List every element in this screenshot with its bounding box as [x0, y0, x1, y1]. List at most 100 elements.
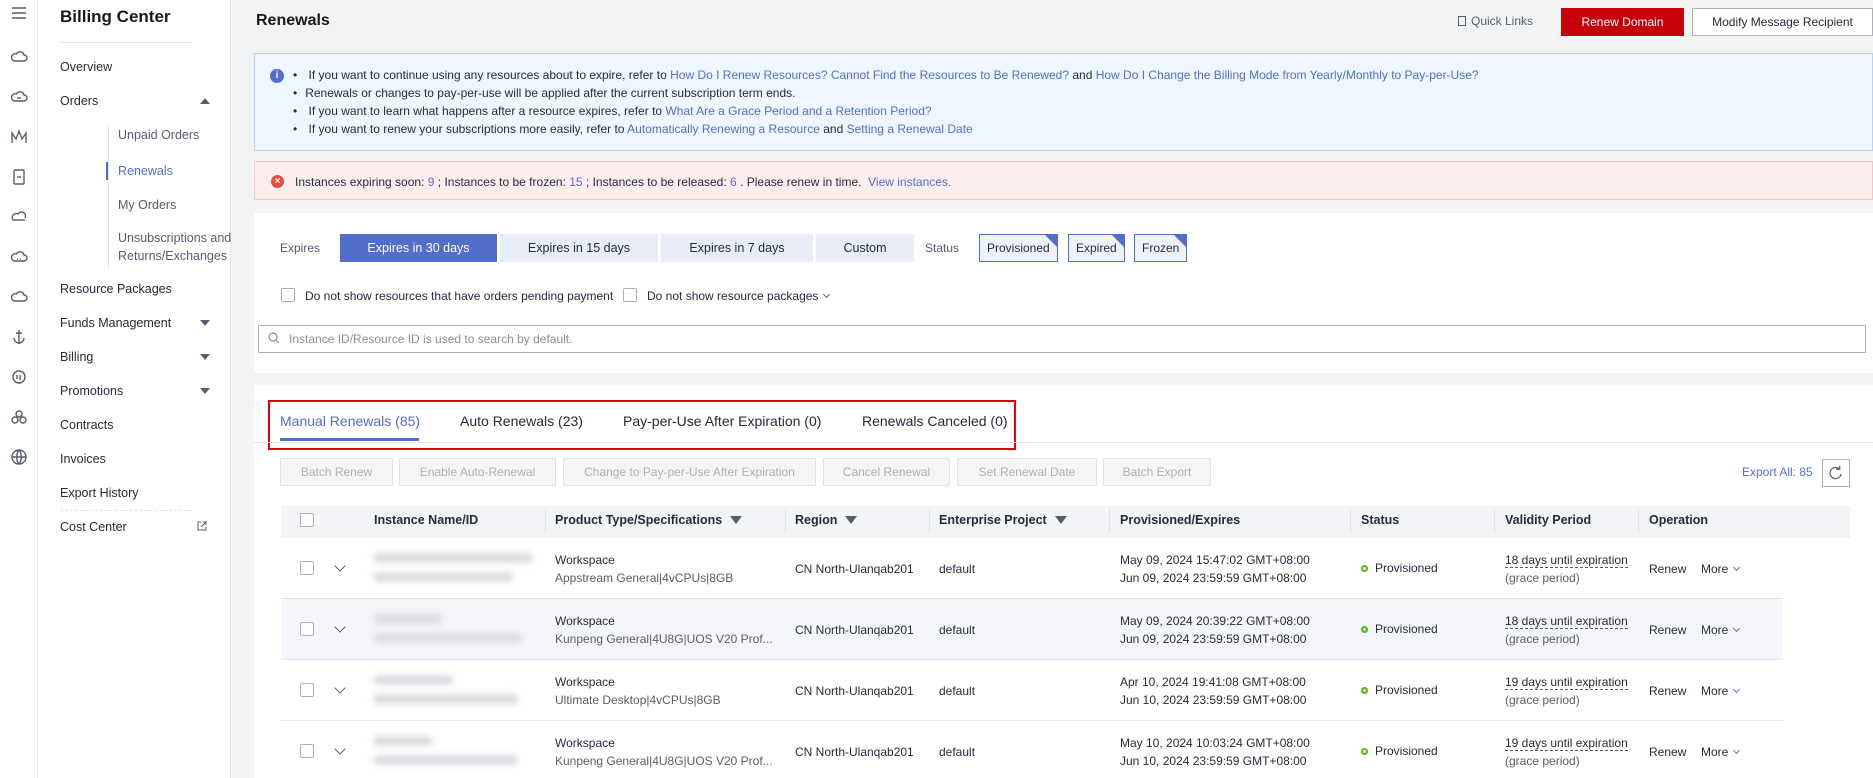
modify-message-recipient-button[interactable]: Modify Message Recipient	[1692, 8, 1873, 36]
chevron-down-icon	[1733, 563, 1741, 572]
sidebar-item-contracts[interactable]: Contracts	[60, 418, 220, 432]
sidebar-item-cost-center[interactable]: Cost Center	[60, 520, 220, 534]
filter-icon[interactable]	[730, 516, 743, 524]
alert-text: Instances expiring soon: 9 ; Instances t…	[295, 175, 951, 189]
renew-link[interactable]: Renew	[1649, 623, 1686, 637]
refresh-button[interactable]	[1822, 459, 1850, 487]
hide-packages-checkbox[interactable]	[623, 288, 637, 302]
status-tag-frozen[interactable]: Frozen	[1134, 234, 1188, 262]
sidebar-item-export-history[interactable]: Export History	[60, 486, 220, 500]
sidebar-item-funds-management[interactable]: Funds Management	[60, 316, 220, 330]
error-icon: ×	[271, 175, 284, 188]
anchor-icon[interactable]	[6, 324, 32, 350]
region: CN North-Ulanqab201	[795, 623, 914, 637]
renew-domain-button[interactable]: Renew Domain	[1561, 8, 1684, 36]
renewal-date-link[interactable]: Setting a Renewal Date	[847, 122, 973, 136]
expires-7-days-option[interactable]: Expires in 7 days	[661, 234, 813, 262]
enterprise-project: default	[939, 562, 976, 576]
globe-icon[interactable]	[6, 444, 32, 470]
row-checkbox[interactable]	[300, 683, 314, 697]
instance-id-redacted	[373, 572, 513, 582]
more-dropdown[interactable]: More	[1701, 623, 1741, 637]
expires-custom-option[interactable]: Custom	[816, 234, 914, 262]
sidebar-item-overview[interactable]: Overview	[60, 60, 220, 74]
network-icon[interactable]	[6, 124, 32, 150]
sidebar-item-label: Promotions	[60, 384, 124, 398]
search-input[interactable]	[258, 325, 1866, 353]
sidebar-item-resource-packages[interactable]: Resource Packages	[60, 282, 220, 296]
validity-text: 19 days until expiration	[1505, 736, 1628, 751]
menu-icon[interactable]	[6, 0, 32, 26]
storage-cloud-icon[interactable]	[6, 204, 32, 230]
change-to-pay-per-use-button[interactable]: Change to Pay-per-Use After Expiration	[563, 458, 816, 486]
sidebar-item-promotions[interactable]: Promotions	[60, 384, 220, 398]
document-icon[interactable]	[6, 164, 32, 190]
more-dropdown[interactable]: More	[1701, 745, 1741, 759]
status-label: Status	[925, 241, 960, 255]
cancel-renewal-button[interactable]: Cancel Renewal	[823, 458, 950, 486]
cluster-icon[interactable]	[6, 404, 32, 430]
tab-manual-renewals[interactable]: Manual Renewals (85)	[280, 413, 420, 429]
more-dropdown[interactable]: More	[1701, 562, 1741, 576]
sidebar-title: Billing Center	[60, 7, 171, 26]
row-checkbox[interactable]	[300, 561, 314, 575]
cloud-icon[interactable]	[6, 44, 32, 70]
tab-renewals-canceled[interactable]: Renewals Canceled (0)	[862, 413, 1008, 429]
renew-link[interactable]: Renew	[1649, 684, 1686, 698]
divider	[60, 42, 192, 43]
quick-links-link[interactable]: Quick Links	[1458, 14, 1533, 28]
renew-resources-link[interactable]: How Do I Renew Resources? Cannot Find th…	[670, 68, 1069, 82]
renew-link[interactable]: Renew	[1649, 562, 1686, 576]
hide-pending-checkbox[interactable]	[281, 288, 295, 302]
table-row	[281, 599, 1783, 660]
bookmark-icon	[1458, 16, 1466, 26]
validity-text: 18 days until expiration	[1505, 553, 1628, 568]
sidebar-item-billing[interactable]: Billing	[60, 350, 220, 364]
batch-renew-button[interactable]: Batch Renew	[280, 458, 393, 486]
auto-renewing-link[interactable]: Automatically Renewing a Resource	[627, 122, 820, 136]
caret-down-icon	[200, 388, 210, 394]
released-count-link[interactable]: 6	[730, 175, 737, 189]
status-badge: Provisioned	[1361, 561, 1438, 575]
column-separator	[545, 509, 546, 533]
row-checkbox[interactable]	[300, 744, 314, 758]
tab-pay-per-use[interactable]: Pay-per-Use After Expiration (0)	[623, 413, 821, 429]
change-billing-mode-link[interactable]: How Do I Change the Billing Mode from Ye…	[1096, 68, 1479, 82]
column-separator	[1638, 509, 1639, 533]
set-renewal-date-button[interactable]: Set Renewal Date	[957, 458, 1097, 486]
batch-export-button[interactable]: Batch Export	[1103, 458, 1211, 486]
expires-15-days-option[interactable]: Expires in 15 days	[500, 234, 658, 262]
status-tag-provisioned[interactable]: Provisioned	[979, 234, 1058, 262]
tab-auto-renewals[interactable]: Auto Renewals (23)	[460, 413, 583, 429]
enable-auto-renewal-button[interactable]: Enable Auto-Renewal	[399, 458, 556, 486]
grace-period-link[interactable]: What Are a Grace Period and a Retention …	[665, 104, 931, 118]
select-all-checkbox[interactable]	[300, 513, 314, 527]
validity-period: 19 days until expiration	[1505, 736, 1628, 751]
submenu-guide	[108, 126, 109, 268]
view-instances-link[interactable]: View instances.	[868, 175, 951, 189]
status-dot-icon	[1361, 626, 1368, 633]
expiring-count-link[interactable]: 9	[428, 175, 435, 189]
column-header-region: Region	[795, 513, 858, 527]
divider	[60, 510, 192, 511]
database-cloud-icon[interactable]	[6, 244, 32, 270]
sidebar-item-invoices[interactable]: Invoices	[60, 452, 220, 466]
status-text: Provisioned	[1375, 561, 1438, 575]
expires-30-days-option[interactable]: Expires in 30 days	[340, 234, 497, 262]
sidebar-item-label: Orders	[60, 94, 99, 108]
ip-icon[interactable]	[6, 364, 32, 390]
frozen-count-link[interactable]: 15	[569, 175, 582, 189]
filter-icon[interactable]	[845, 516, 858, 524]
cloud-server-icon[interactable]	[6, 84, 32, 110]
filter-icon[interactable]	[1054, 516, 1067, 524]
cdn-cloud-icon[interactable]	[6, 284, 32, 310]
more-dropdown[interactable]: More	[1701, 684, 1741, 698]
sidebar-item-orders[interactable]: Orders	[60, 94, 220, 108]
product-spec: Kunpeng General|4U8G|UOS V20 Prof...	[555, 754, 773, 768]
export-all-link[interactable]: Export All: 85	[1742, 465, 1813, 479]
status-tag-expired[interactable]: Expired	[1068, 234, 1125, 262]
renew-link[interactable]: Renew	[1649, 745, 1686, 759]
alert-label: ; Instances to be frozen:	[437, 175, 566, 189]
validity-note: (grace period)	[1505, 693, 1580, 707]
row-checkbox[interactable]	[300, 622, 314, 636]
